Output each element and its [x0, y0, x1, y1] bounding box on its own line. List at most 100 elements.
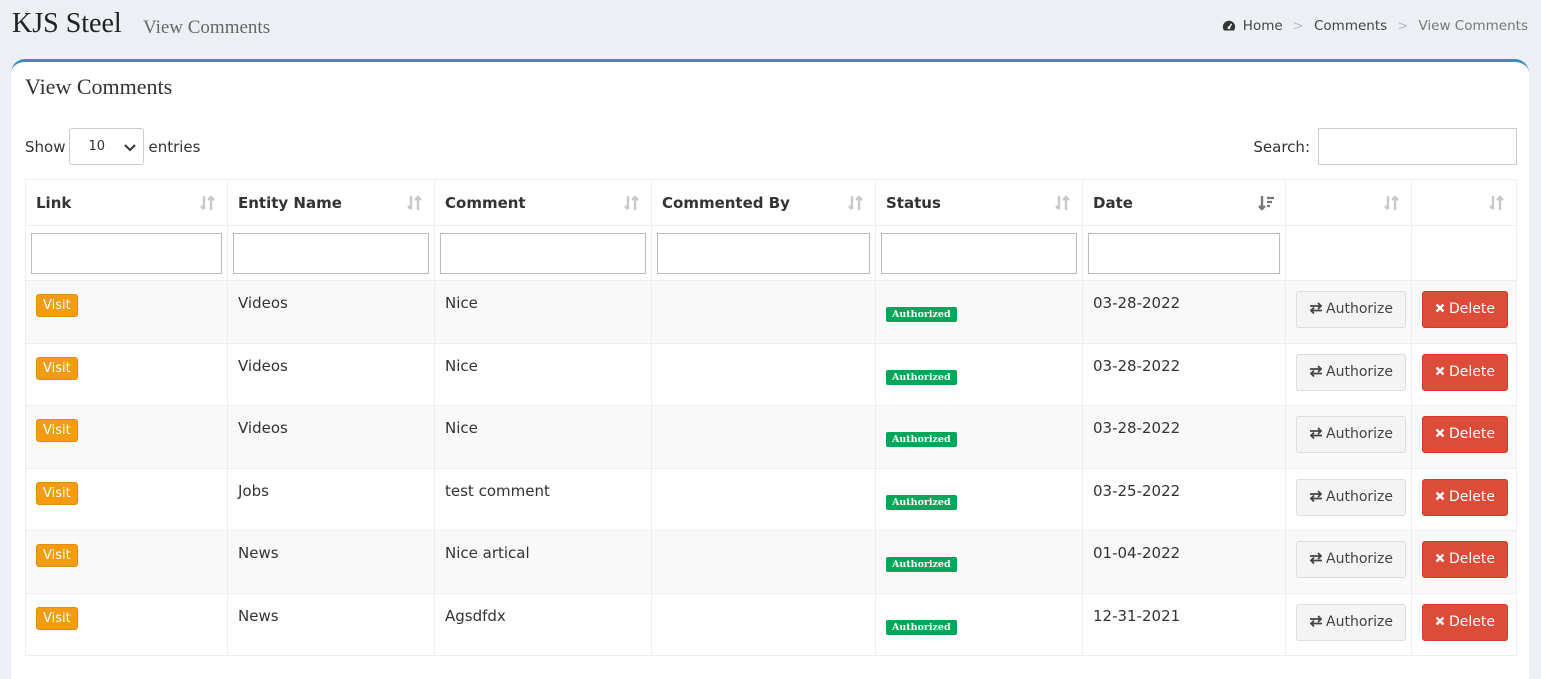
delete-button[interactable]: Delete — [1422, 541, 1508, 578]
column-header-link[interactable]: Link — [25, 179, 228, 226]
authorize-label: Authorize — [1326, 363, 1393, 380]
box-title: View Comments — [25, 74, 173, 99]
entity-name-cell: News — [227, 530, 435, 594]
date-cell: 03-25-2022 — [1082, 467, 1286, 531]
date-cell: 03-28-2022 — [1082, 342, 1286, 406]
authorize-cell: Authorize — [1285, 467, 1412, 531]
filter-empty-cell — [1285, 225, 1412, 281]
status-cell: Authorized — [875, 467, 1083, 531]
entity-name-cell: Jobs — [227, 467, 435, 531]
commented-by-cell — [651, 592, 876, 656]
link-cell: Visit — [25, 405, 228, 469]
authorize-button[interactable]: Authorize — [1296, 353, 1406, 391]
sort-icon — [1384, 195, 1399, 210]
breadcrumb: Home > Comments > View Comments — [1222, 18, 1528, 34]
filter-comment-input[interactable] — [440, 232, 646, 274]
filter-date-input[interactable] — [1088, 232, 1280, 274]
filter-status-input[interactable] — [881, 232, 1077, 274]
authorize-label: Authorize — [1326, 301, 1393, 317]
delete-button[interactable]: Delete — [1422, 603, 1508, 641]
length-control: Show 10 entries — [25, 128, 200, 165]
column-header-date[interactable]: Date — [1082, 179, 1286, 226]
date-cell: 03-28-2022 — [1082, 405, 1286, 469]
sort-icon — [1489, 195, 1504, 210]
authorize-label: Authorize — [1326, 551, 1393, 567]
table-row: Visit Videos Nice Authorized 03-28-2022 Autho… — [25, 405, 1517, 469]
filter-row — [25, 225, 1517, 281]
visit-button[interactable]: Visit — [36, 606, 78, 630]
column-header-comment[interactable]: Comment — [434, 179, 652, 226]
authorize-label: Authorize — [1326, 426, 1393, 442]
authorize-cell: Authorize — [1285, 280, 1412, 344]
exchange-icon — [1309, 427, 1323, 440]
authorize-label: Authorize — [1326, 488, 1393, 505]
visit-button[interactable]: Visit — [36, 356, 78, 380]
entity-name-cell: News — [227, 592, 435, 656]
delete-label: Delete — [1449, 301, 1495, 317]
visit-button[interactable]: Visit — [36, 294, 78, 317]
visit-button[interactable]: Visit — [36, 544, 78, 567]
column-header-delete[interactable] — [1411, 179, 1517, 226]
delete-label: Delete — [1449, 426, 1495, 442]
exchange-icon — [1309, 552, 1323, 565]
search-input[interactable] — [1318, 128, 1517, 165]
delete-button[interactable]: Delete — [1422, 416, 1508, 453]
entries-select[interactable]: 10 — [69, 128, 145, 165]
table-row: Visit News Agsdfdx Authorized 12-31-2021 Auth… — [25, 592, 1517, 656]
status-badge: Authorized — [886, 619, 957, 635]
column-header-status[interactable]: Status — [875, 179, 1083, 226]
breadcrumb-separator: > — [1292, 18, 1304, 34]
times-icon — [1435, 553, 1445, 563]
breadcrumb-separator: > — [1397, 18, 1409, 34]
entity-name-cell: Videos — [227, 405, 435, 469]
commented-by-cell — [651, 280, 876, 344]
table-row: Visit News Nice artical Authorized 01-04-202… — [25, 530, 1517, 594]
status-badge: Authorized — [886, 557, 957, 572]
commented-by-cell — [651, 405, 876, 469]
show-label: Show — [25, 137, 66, 156]
authorize-cell: Authorize — [1285, 592, 1412, 656]
link-cell: Visit — [25, 530, 228, 594]
exchange-icon — [1309, 489, 1323, 502]
delete-cell: Delete — [1411, 467, 1517, 531]
authorize-button[interactable]: Authorize — [1296, 416, 1406, 453]
sort-icon — [1055, 195, 1070, 210]
authorize-button[interactable]: Authorize — [1296, 541, 1406, 578]
column-header-authorize[interactable] — [1285, 179, 1412, 226]
breadcrumb-home[interactable]: Home — [1243, 18, 1283, 34]
filter-link-input[interactable] — [31, 232, 222, 274]
link-cell: Visit — [25, 342, 228, 406]
delete-cell: Delete — [1411, 592, 1517, 656]
exchange-icon — [1309, 302, 1323, 315]
visit-button[interactable]: Visit — [36, 481, 78, 505]
date-cell: 01-04-2022 — [1082, 530, 1286, 594]
authorize-cell: Authorize — [1285, 530, 1412, 594]
authorize-button[interactable]: Authorize — [1296, 478, 1406, 516]
column-header-commented-by[interactable]: Commented By — [651, 179, 876, 226]
header-row: Link Entity Name Comment Commented By St… — [25, 179, 1517, 226]
commented-by-cell — [651, 530, 876, 594]
brand-title: KJS Steel — [12, 8, 122, 39]
authorize-label: Authorize — [1326, 613, 1393, 630]
link-cell: Visit — [25, 467, 228, 531]
authorize-button[interactable]: Authorize — [1296, 603, 1406, 641]
sort-icon — [407, 195, 422, 210]
delete-button[interactable]: Delete — [1422, 478, 1508, 516]
status-cell: Authorized — [875, 280, 1083, 344]
filter-entity-name-input[interactable] — [233, 232, 429, 274]
page-subtitle: View Comments — [143, 17, 271, 38]
breadcrumb-comments[interactable]: Comments — [1314, 18, 1387, 34]
status-badge: Authorized — [886, 369, 957, 385]
delete-button[interactable]: Delete — [1422, 291, 1508, 328]
delete-label: Delete — [1449, 551, 1495, 567]
delete-label: Delete — [1449, 488, 1495, 505]
authorize-button[interactable]: Authorize — [1296, 291, 1406, 328]
table-row: Visit Videos Nice Authorized 03-28-2022 Autho… — [25, 342, 1517, 406]
authorize-cell: Authorize — [1285, 342, 1412, 406]
column-header-entity-name[interactable]: Entity Name — [227, 179, 435, 226]
commented-by-cell — [651, 467, 876, 531]
visit-button[interactable]: Visit — [36, 419, 78, 442]
filter-commented-by-input[interactable] — [657, 232, 870, 274]
sort-amount-desc-icon — [1258, 196, 1274, 211]
delete-button[interactable]: Delete — [1422, 353, 1508, 391]
